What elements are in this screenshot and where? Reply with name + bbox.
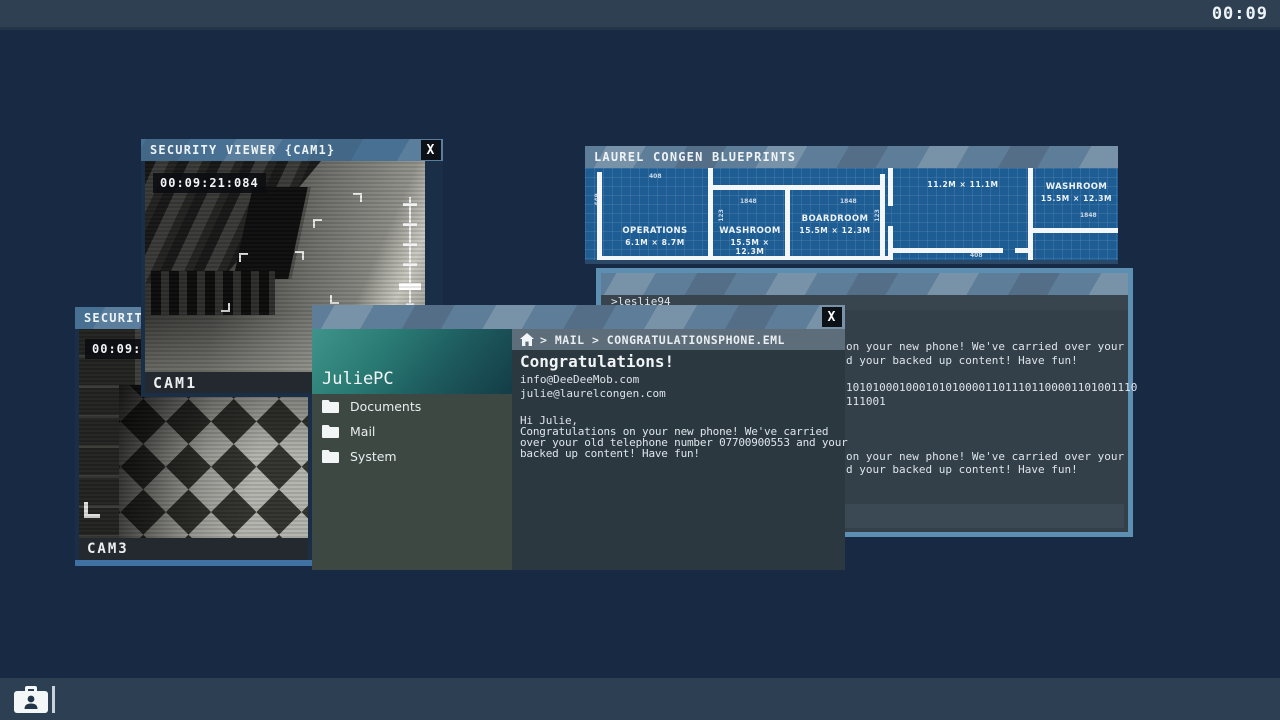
room-operations: OPERATIONS 6.1M × 8.7M bbox=[605, 226, 705, 247]
slider-tick bbox=[403, 223, 417, 226]
breadcrumb-path: > MAIL > CONGRATULATIONSPHONE.EML bbox=[540, 333, 785, 347]
blueprint-wall bbox=[888, 226, 893, 260]
computer-header: JuliePC bbox=[312, 329, 512, 394]
blueprint-wall bbox=[893, 248, 1003, 253]
mail-body: Hi Julie, Congratulations on your new ph… bbox=[520, 415, 848, 459]
cam-zoom-slider[interactable] bbox=[398, 197, 422, 311]
blueprint-wall bbox=[597, 256, 893, 261]
blueprint-wall bbox=[713, 185, 885, 190]
cam3-scene-floor bbox=[119, 385, 308, 538]
corner-bracket-icon bbox=[313, 219, 322, 228]
blueprints-window: LAUREL CONGEN BLUEPRINTS OPERATIONS 6.1M… bbox=[585, 146, 1118, 268]
folder-icon bbox=[322, 400, 339, 413]
blueprint-dimension: 408 bbox=[970, 252, 983, 259]
blueprint-wall bbox=[1028, 168, 1033, 264]
cam1-title: SECURITY VIEWER {CAM1} bbox=[150, 143, 335, 157]
computer-name: JuliePC bbox=[322, 369, 394, 389]
file-browser-window: X JuliePC Documents Mail System bbox=[312, 305, 845, 570]
corner-bracket-icon bbox=[295, 251, 304, 260]
blueprint-dimension: 123 bbox=[874, 209, 881, 222]
room-washroom-1: WASHROOM 15.5M × 12.3M bbox=[716, 226, 784, 256]
mail-to: julie@laurelcongen.com bbox=[520, 387, 666, 400]
slider-tick bbox=[403, 203, 417, 206]
room-washroom-2: WASHROOM 15.5M × 12.3M bbox=[1035, 182, 1118, 203]
desktop: >leslie94 on your new phone! We've carri… bbox=[0, 0, 1280, 720]
folder-label: Mail bbox=[350, 424, 375, 439]
cam1-titlebar[interactable]: SECURITY VIEWER {CAM1} X bbox=[141, 139, 443, 161]
slider-tick bbox=[403, 243, 417, 246]
mail-viewer: > MAIL > CONGRATULATIONSPHONE.EML Congra… bbox=[512, 329, 845, 570]
blueprint-dimension: 1848 bbox=[740, 198, 757, 205]
folder-list: Documents Mail System bbox=[312, 394, 512, 469]
floor-shadow bbox=[119, 385, 308, 538]
blueprint-dimension: 1848 bbox=[840, 198, 857, 205]
mail-from: info@DeeDeeMob.com bbox=[520, 373, 639, 386]
folder-item-documents[interactable]: Documents bbox=[312, 394, 512, 419]
folder-label: Documents bbox=[350, 399, 421, 414]
taskbar bbox=[0, 678, 1280, 720]
cam1-scene-rack bbox=[151, 271, 275, 315]
blueprint-dimension: 1848 bbox=[1080, 212, 1097, 219]
blueprints-titlebar[interactable]: LAUREL CONGEN BLUEPRINTS bbox=[585, 146, 1118, 168]
file-window-titlebar[interactable]: X bbox=[312, 305, 845, 329]
corner-bracket-icon bbox=[84, 502, 100, 518]
folder-icon bbox=[322, 450, 339, 463]
blueprint-wall bbox=[888, 168, 893, 206]
blueprint-wall bbox=[1015, 248, 1028, 253]
close-icon[interactable]: X bbox=[822, 307, 842, 327]
blueprint-wall bbox=[1033, 228, 1118, 233]
slider-tick bbox=[403, 263, 417, 266]
slider-handle[interactable] bbox=[399, 283, 421, 290]
taskbar-cursor bbox=[52, 686, 55, 713]
blueprint-wall bbox=[597, 172, 602, 260]
id-badge-icon[interactable] bbox=[13, 684, 49, 714]
blueprints-title: LAUREL CONGEN BLUEPRINTS bbox=[594, 150, 796, 164]
blueprint-dimension: 449 bbox=[594, 193, 601, 206]
room-unlabeled: 11.2M × 11.1M bbox=[915, 178, 1011, 189]
corner-bracket-icon bbox=[221, 303, 230, 312]
blueprint-canvas: OPERATIONS 6.1M × 8.7M WASHROOM 15.5M × … bbox=[585, 168, 1118, 264]
home-icon bbox=[520, 333, 534, 346]
terminal-titlebar[interactable] bbox=[601, 273, 1128, 295]
blueprint-dimension: 123 bbox=[718, 209, 725, 222]
corner-bracket-icon bbox=[330, 295, 339, 304]
folder-icon bbox=[322, 425, 339, 438]
top-status-bar: 00:09 bbox=[0, 0, 1280, 30]
cam3-window-footer bbox=[75, 560, 312, 566]
breadcrumb[interactable]: > MAIL > CONGRATULATIONSPHONE.EML bbox=[512, 329, 845, 350]
corner-bracket-icon bbox=[239, 253, 248, 262]
blueprint-wall bbox=[785, 185, 790, 260]
folder-label: System bbox=[350, 449, 397, 464]
folder-item-system[interactable]: System bbox=[312, 444, 512, 469]
cam1-timestamp: 00:09:21:084 bbox=[153, 173, 266, 193]
blueprint-dimension: 408 bbox=[649, 173, 662, 180]
corner-bracket-icon bbox=[353, 193, 362, 202]
folder-item-mail[interactable]: Mail bbox=[312, 419, 512, 444]
close-icon[interactable]: X bbox=[421, 140, 441, 160]
room-boardroom: BOARDROOM 15.5M × 12.3M bbox=[791, 214, 879, 235]
blueprint-wall bbox=[708, 168, 713, 260]
cam3-label: CAM3 bbox=[79, 538, 308, 560]
terminal-output: on your new phone! We've carried over yo… bbox=[846, 340, 1137, 477]
mission-timer: 00:09 bbox=[1212, 4, 1268, 24]
mail-subject: Congratulations! bbox=[520, 352, 674, 371]
file-sidebar: JuliePC Documents Mail System bbox=[312, 329, 512, 570]
